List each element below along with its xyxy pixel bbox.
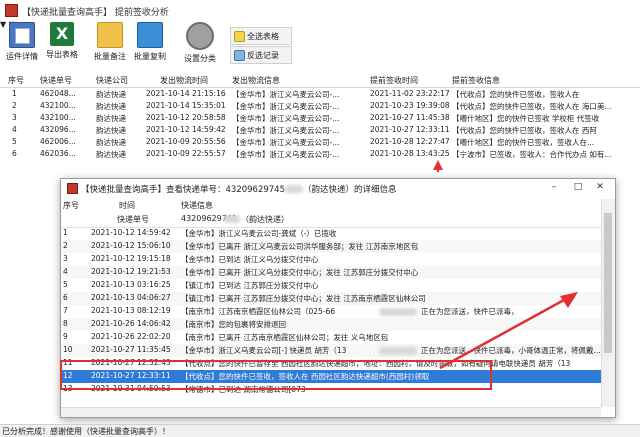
status-text: 已分析完成！感谢使用（快递批量查询高手）！ [2, 427, 170, 436]
annotation-arrow [433, 160, 578, 370]
statusbar: 已分析完成！感谢使用（快递批量查询高手）！ [0, 424, 640, 437]
